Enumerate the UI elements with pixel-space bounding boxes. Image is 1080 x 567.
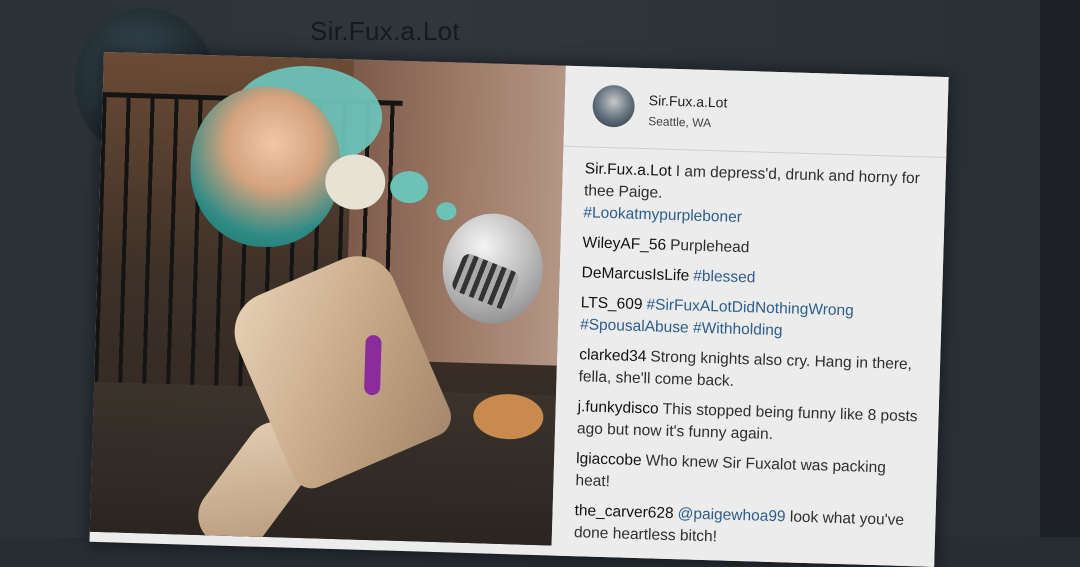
comment-mention[interactable]: @paigewhoa99	[677, 505, 785, 525]
purple-prop	[363, 334, 382, 396]
comment-item: Sir.Fux.a.Lot I am depress'd, drunk and h…	[583, 158, 930, 234]
avatar[interactable]	[592, 84, 636, 128]
comment-username[interactable]: Sir.Fux.a.Lot	[584, 160, 671, 180]
comment-item: LTS_609 #SirFuxALotDidNothingWrong #Spous…	[580, 292, 926, 346]
comment-item: the_carver628 @paigewhoa99 look what you'…	[574, 500, 920, 554]
comment-hashtag[interactable]: #blessed	[693, 268, 756, 287]
comment-list: Sir.Fux.a.Lot I am depress'd, drunk and h…	[573, 158, 930, 562]
comment-username[interactable]: j.funkydisco	[577, 398, 658, 417]
comment-username[interactable]: lgiaccobe	[576, 450, 642, 469]
comment-username[interactable]: the_carver628	[574, 502, 674, 522]
comment-username[interactable]: LTS_609	[581, 294, 643, 313]
comment-username[interactable]: DeMarcusIsLife	[581, 264, 689, 284]
comment-item: DeMarcusIsLife #blessed	[581, 262, 927, 294]
comment-username[interactable]: WileyAF_56	[582, 234, 666, 253]
comment-item: lgiaccobe Who knew Sir Fuxalot was packin…	[575, 448, 921, 502]
comment-item: WileyAF_56 Purplehead	[582, 232, 928, 264]
background-username: Sir.Fux.a.Lot	[310, 16, 460, 46]
post-username[interactable]: Sir.Fux.a.Lot	[649, 92, 728, 110]
comment-text: Purplehead	[669, 236, 750, 257]
comment-item: j.funkydisco This stopped being funny lik…	[577, 396, 923, 450]
post-photo[interactable]	[89, 52, 566, 546]
comment-hashtag[interactable]: #Lookatmypurpleboner	[583, 204, 742, 226]
comment-username[interactable]: clarked34	[579, 346, 647, 365]
comment-item: clarked34 Strong knights also cry. Hang i…	[578, 344, 924, 398]
post-location[interactable]: Seattle, WA	[648, 114, 711, 130]
post-header: Sir.Fux.a.Lot Seattle, WA	[563, 65, 949, 159]
comments-panel: Sir.Fux.a.Lot Seattle, WA Sir.Fux.a.Lot I…	[551, 65, 949, 567]
screen-edge	[1040, 0, 1080, 537]
instagram-post-card: Sir.Fux.a.Lot Seattle, WA Sir.Fux.a.Lot I…	[89, 52, 949, 567]
